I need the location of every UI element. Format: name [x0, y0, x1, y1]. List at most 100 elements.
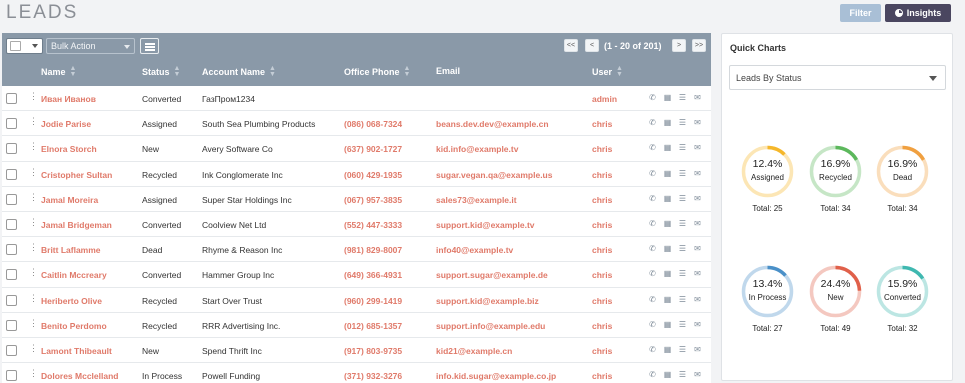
- email-link[interactable]: support.kid@example.biz: [436, 296, 539, 306]
- column-header-phone[interactable]: Office Phone ▲ ▼: [344, 65, 410, 78]
- column-header-email[interactable]: Email: [436, 66, 460, 76]
- phone-icon[interactable]: ✆: [648, 295, 657, 304]
- office-phone-link[interactable]: (552) 447-3333: [344, 220, 402, 230]
- email-icon[interactable]: ✉: [693, 118, 702, 127]
- assigned-user-link[interactable]: chris: [592, 170, 612, 180]
- table-row[interactable]: ⋮ Иван Иванов Converted ГазПром1234 admi…: [2, 86, 711, 112]
- row-checkbox[interactable]: [6, 370, 17, 382]
- lead-name-link[interactable]: Jamal Moreira: [41, 195, 98, 205]
- assigned-user-link[interactable]: chris: [592, 195, 612, 205]
- email-icon[interactable]: ✉: [693, 219, 702, 228]
- table-row[interactable]: ⋮ Benito Perdomo Recycled RRR Advertisin…: [2, 313, 711, 338]
- email-icon[interactable]: ✉: [693, 169, 702, 178]
- status-donut-chart[interactable]: 12.4% Assigned Total: 25: [740, 144, 795, 213]
- row-actions-icon[interactable]: ⋮: [29, 192, 38, 202]
- table-row[interactable]: ⋮ Jamal Moreira Assigned Super Star Hold…: [2, 187, 711, 212]
- lead-name-link[interactable]: Dolores Mcclelland: [41, 371, 118, 381]
- row-checkbox[interactable]: [6, 218, 17, 230]
- status-donut-chart[interactable]: 15.9% Converted Total: 32: [875, 264, 930, 333]
- last-page-button[interactable]: >>: [692, 39, 706, 52]
- task-list-icon[interactable]: ☰: [678, 93, 687, 102]
- phone-icon[interactable]: ✆: [648, 244, 657, 253]
- office-phone-link[interactable]: (649) 366-4931: [344, 270, 402, 280]
- select-all-dropdown[interactable]: [6, 38, 43, 54]
- next-page-button[interactable]: >: [672, 39, 686, 52]
- task-list-icon[interactable]: ☰: [678, 118, 687, 127]
- office-phone-link[interactable]: (060) 429-1935: [344, 170, 402, 180]
- office-phone-link[interactable]: (637) 902-1727: [344, 144, 402, 154]
- table-row[interactable]: ⋮ Heriberto Olive Recycled Start Over Tr…: [2, 288, 711, 313]
- email-icon[interactable]: ✉: [693, 370, 702, 379]
- bulk-action-dropdown[interactable]: Bulk Action: [46, 38, 135, 54]
- row-checkbox[interactable]: [6, 93, 17, 104]
- column-header-status[interactable]: Status ▲ ▼: [142, 65, 180, 78]
- email-icon[interactable]: ✉: [693, 143, 702, 152]
- column-header-account[interactable]: Account Name ▲ ▼: [202, 65, 276, 78]
- phone-icon[interactable]: ✆: [648, 143, 657, 152]
- email-link[interactable]: info40@example.tv: [436, 245, 513, 255]
- column-chooser-button[interactable]: [140, 38, 159, 54]
- assigned-user-link[interactable]: chris: [592, 119, 612, 129]
- row-actions-icon[interactable]: ⋮: [29, 167, 38, 177]
- email-icon[interactable]: ✉: [693, 93, 702, 102]
- row-actions-icon[interactable]: ⋮: [29, 243, 38, 252]
- phone-icon[interactable]: ✆: [648, 169, 657, 178]
- task-list-icon[interactable]: ☰: [678, 370, 687, 379]
- assigned-user-link[interactable]: chris: [592, 144, 612, 154]
- calendar-icon[interactable]: ▦: [663, 295, 672, 304]
- status-donut-chart[interactable]: 24.4% New Total: 49: [808, 264, 863, 333]
- email-link[interactable]: kid21@example.cn: [436, 346, 512, 356]
- email-link[interactable]: support.kid@example.tv: [436, 220, 535, 230]
- task-list-icon[interactable]: ☰: [678, 169, 687, 178]
- row-actions-icon[interactable]: ⋮: [29, 92, 38, 101]
- row-actions-icon[interactable]: ⋮: [29, 117, 38, 126]
- table-row[interactable]: ⋮ Lamont Thibeault New Spend Thrift Inc …: [2, 338, 711, 364]
- email-link[interactable]: info.kid.sugar@example.co.jp: [436, 371, 556, 381]
- assigned-user-link[interactable]: chris: [592, 371, 612, 381]
- calendar-icon[interactable]: ▦: [663, 345, 672, 354]
- prev-page-button[interactable]: <: [585, 39, 599, 52]
- calendar-icon[interactable]: ▦: [663, 269, 672, 278]
- email-icon[interactable]: ✉: [693, 320, 702, 329]
- phone-icon[interactable]: ✆: [648, 370, 657, 379]
- phone-icon[interactable]: ✆: [648, 118, 657, 127]
- insights-button[interactable]: Insights: [885, 4, 951, 22]
- lead-name-link[interactable]: Jodie Parise: [41, 119, 91, 129]
- first-page-button[interactable]: <<: [564, 39, 578, 52]
- filter-button[interactable]: Filter: [840, 4, 881, 22]
- table-row[interactable]: ⋮ Elnora Storch New Avery Software Co (6…: [2, 136, 711, 162]
- row-checkbox[interactable]: [6, 168, 17, 180]
- task-list-icon[interactable]: ☰: [678, 143, 687, 152]
- status-donut-chart[interactable]: 13.4% In Process Total: 27: [740, 264, 795, 333]
- row-actions-icon[interactable]: ⋮: [29, 293, 38, 303]
- office-phone-link[interactable]: (371) 932-3276: [344, 371, 402, 381]
- email-link[interactable]: beans.dev.dev@example.cn: [436, 119, 549, 129]
- assigned-user-link[interactable]: chris: [592, 296, 612, 306]
- phone-icon[interactable]: ✆: [648, 219, 657, 228]
- lead-name-link[interactable]: Heriberto Olive: [41, 296, 102, 306]
- lead-name-link[interactable]: Cristopher Sultan: [41, 170, 112, 180]
- email-icon[interactable]: ✉: [693, 269, 702, 278]
- phone-icon[interactable]: ✆: [648, 194, 657, 203]
- email-icon[interactable]: ✉: [693, 244, 702, 253]
- email-link[interactable]: support.info@example.edu: [436, 321, 545, 331]
- office-phone-link[interactable]: (981) 829-8007: [344, 245, 402, 255]
- lead-name-link[interactable]: Benito Perdomo: [41, 321, 107, 331]
- office-phone-link[interactable]: (917) 803-9735: [344, 346, 402, 356]
- email-icon[interactable]: ✉: [693, 194, 702, 203]
- select-all-checkbox[interactable]: [10, 41, 21, 51]
- phone-icon[interactable]: ✆: [648, 93, 657, 102]
- row-checkbox[interactable]: [6, 118, 17, 130]
- phone-icon[interactable]: ✆: [648, 269, 657, 278]
- table-row[interactable]: ⋮ Britt Laflamme Dead Rhyme & Reason Inc…: [2, 237, 711, 263]
- lead-name-link[interactable]: Caitlin Mccreary: [41, 270, 107, 280]
- lead-name-link[interactable]: Elnora Storch: [41, 144, 97, 154]
- phone-icon[interactable]: ✆: [648, 345, 657, 354]
- row-checkbox[interactable]: [6, 143, 17, 155]
- row-actions-icon[interactable]: ⋮: [29, 343, 38, 353]
- row-actions-icon[interactable]: ⋮: [29, 369, 38, 378]
- phone-icon[interactable]: ✆: [648, 320, 657, 329]
- task-list-icon[interactable]: ☰: [678, 194, 687, 203]
- calendar-icon[interactable]: ▦: [663, 219, 672, 228]
- lead-name-link[interactable]: Иван Иванов: [41, 94, 96, 104]
